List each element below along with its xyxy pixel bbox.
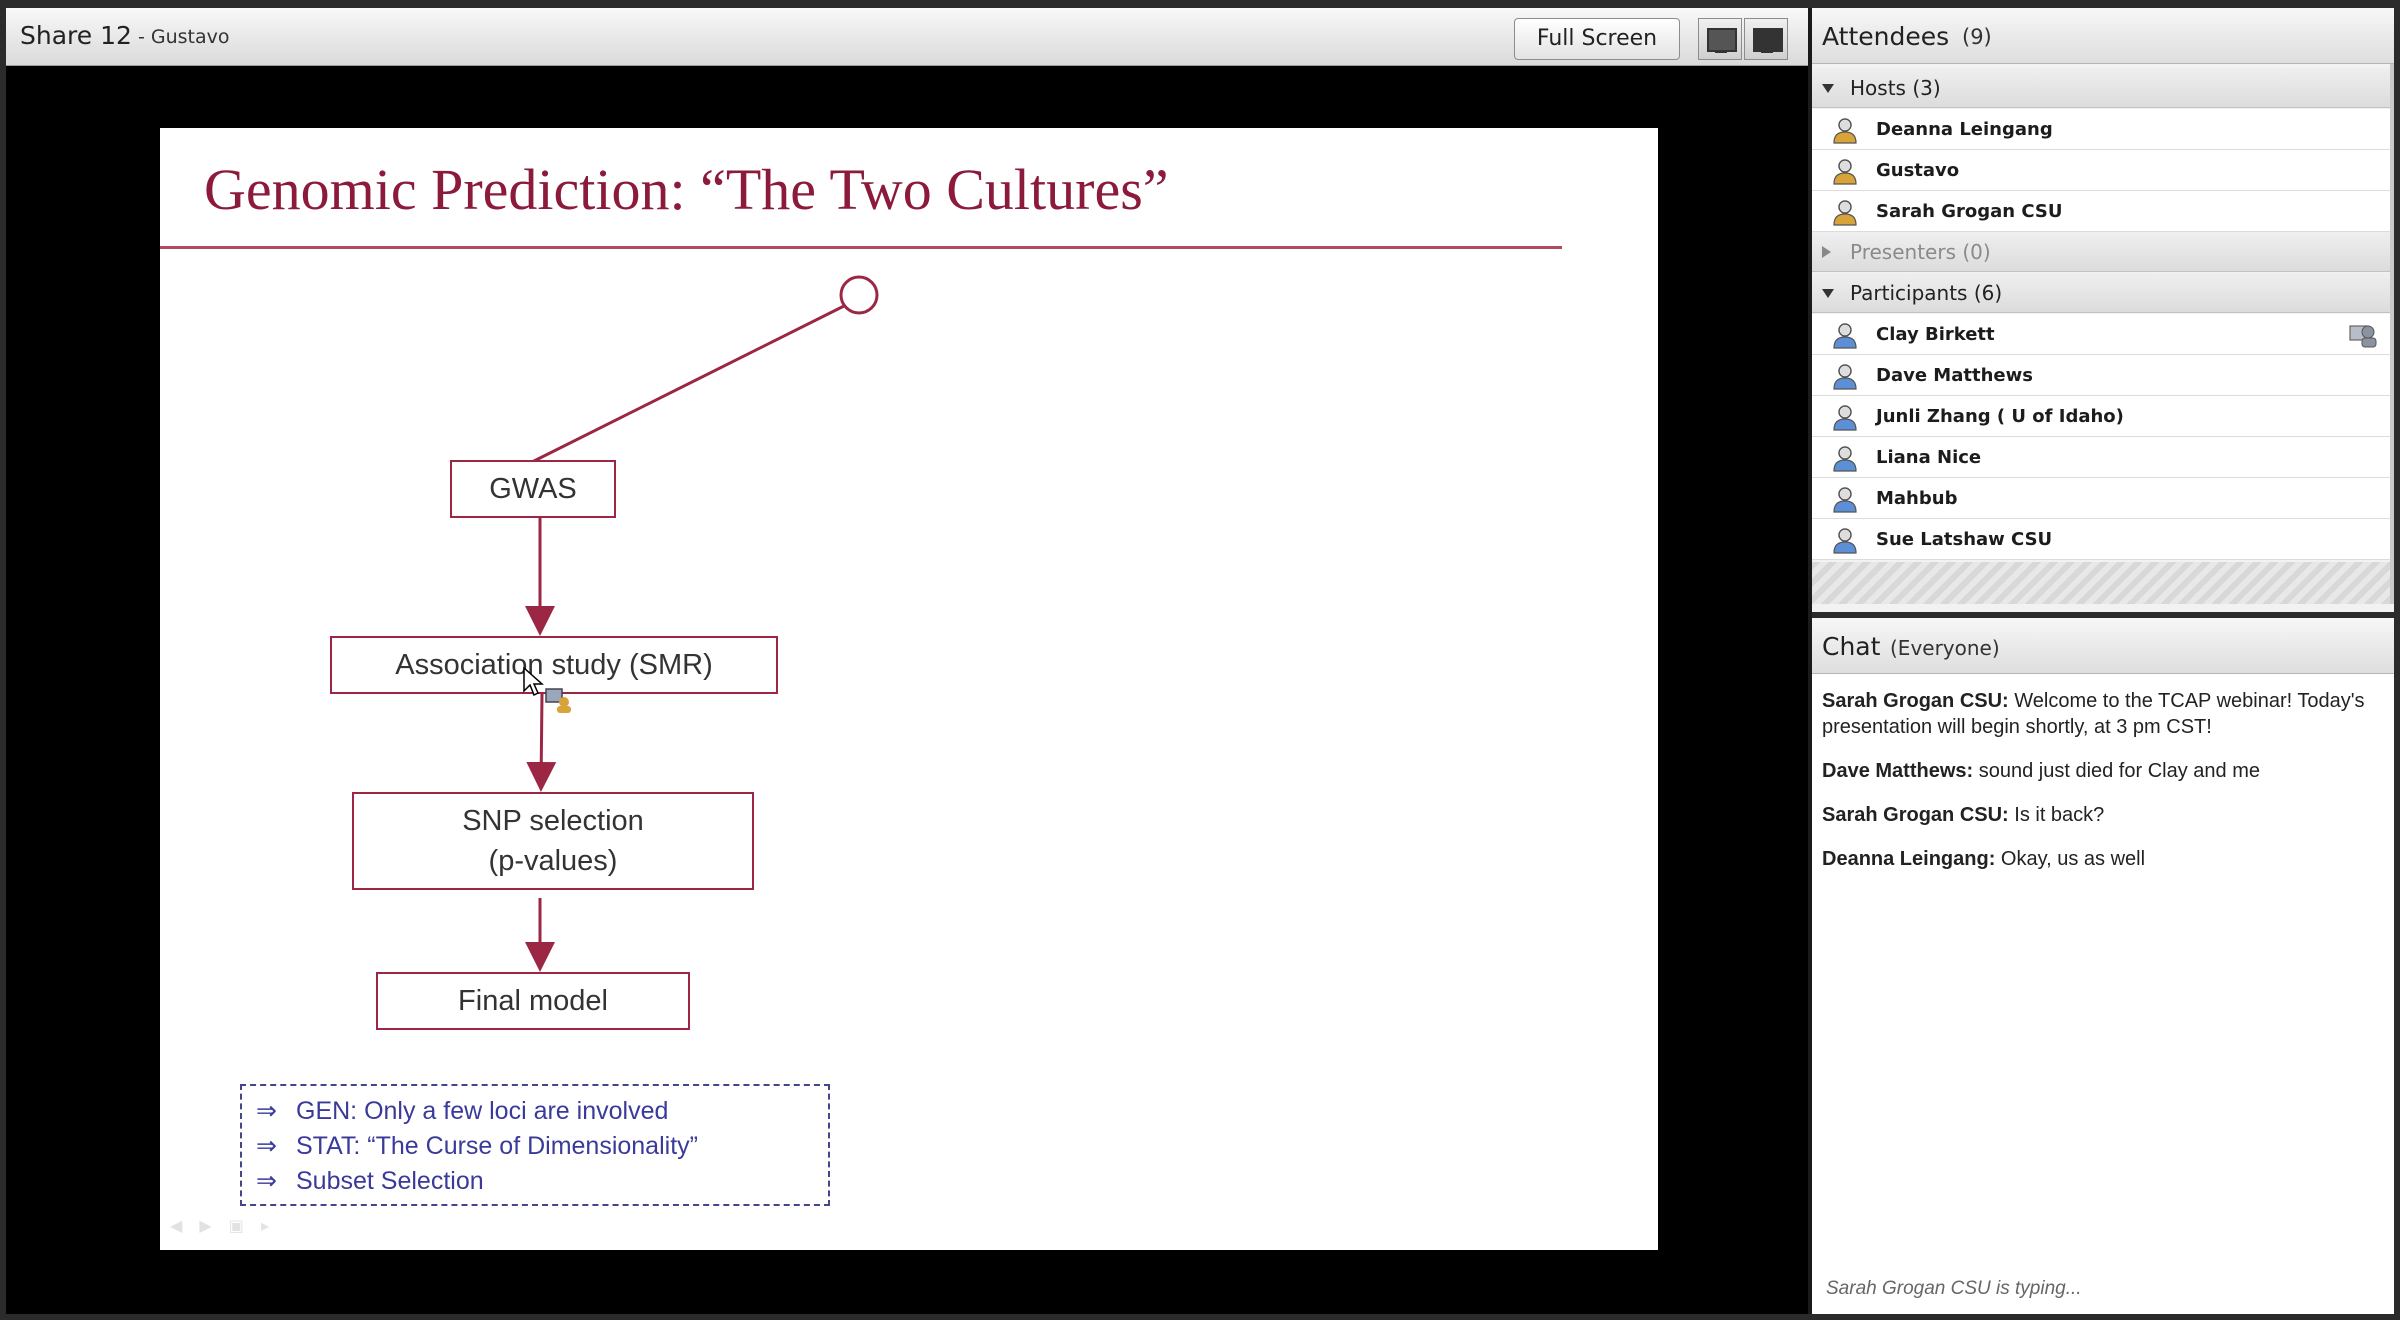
participants-group-header[interactable]: Participants (6) (1812, 273, 2394, 313)
participants-group-label: Participants (6) (1850, 281, 2003, 305)
final-model-box: Final model (376, 972, 690, 1030)
participant-user-icon (1832, 485, 1858, 513)
share-pod-header: Share 12 - Gustavo Full Screen (6, 8, 1808, 66)
host-name: Deanna Leingang (1876, 119, 2053, 140)
snp-selection-box: SNP selection (p-values) (352, 792, 754, 890)
participant-name: Mahbub (1876, 488, 1958, 509)
participant-user-icon (1832, 403, 1858, 431)
attendees-count: (9) (1962, 25, 1992, 49)
participant-name: Clay Birkett (1876, 324, 1995, 345)
chat-pod: Chat (Everyone) Sarah Grogan CSU: Welcom… (1812, 618, 2394, 1314)
implies-arrow-icon: ⇒ (256, 1132, 277, 1160)
microphone-status-icon (2349, 325, 2377, 348)
participant-user-icon (1832, 526, 1858, 554)
share-pod-title: Share 12 (20, 21, 132, 50)
chat-sender: Sarah Grogan CSU: (1822, 804, 2009, 826)
host-user-icon (1832, 116, 1858, 144)
chat-text: Okay, us as well (1995, 848, 2146, 870)
snp-pvalues-label: (p-values) (488, 845, 618, 877)
full-screen-button[interactable]: Full Screen (1514, 18, 1680, 60)
chat-title: Chat (1822, 632, 1881, 661)
root-node-circle (839, 275, 879, 315)
hosts-group-label: Hosts (3) (1850, 76, 1941, 100)
expand-triangle-icon[interactable] (1822, 84, 1834, 93)
participant-row[interactable]: Sue Latshaw CSU (1812, 519, 2390, 560)
participant-row[interactable]: Clay Birkett (1812, 314, 2390, 355)
chat-message: Sarah Grogan CSU: Is it back? (1822, 802, 2382, 828)
snp-selection-label: SNP selection (462, 805, 644, 837)
slide-navigation-controls[interactable]: ◀ ▶ ▣ ▸ (170, 1216, 275, 1235)
implies-arrow-icon: ⇒ (256, 1167, 277, 1195)
chat-scope-label[interactable]: (Everyone) (1890, 636, 2000, 660)
collapsed-triangle-icon[interactable] (1822, 246, 1831, 258)
actual-size-icon[interactable] (1744, 18, 1788, 60)
host-row[interactable]: Sarah Grogan CSU (1812, 191, 2390, 232)
typing-indicator: Sarah Grogan CSU is typing... (1826, 1278, 2082, 1299)
share-presenter-name: - Gustavo (138, 26, 230, 48)
participant-user-icon (1832, 444, 1858, 472)
attendees-empty-area (1812, 562, 2390, 604)
notes-box: ⇒ GEN: Only a few loci are involved ⇒ STAT… (240, 1084, 830, 1206)
note-line: ⇒ Subset Selection (256, 1164, 828, 1199)
chat-text: Is it back? (2008, 804, 2105, 826)
implies-arrow-icon: ⇒ (256, 1097, 277, 1125)
participant-name: Liana Nice (1876, 447, 1982, 468)
mouse-cursor-icon (523, 667, 544, 697)
participant-row[interactable]: Junli Zhang ( U of Idaho) (1812, 396, 2390, 437)
chat-message: Sarah Grogan CSU: Welcome to the TCAP we… (1822, 688, 2382, 740)
host-name: Sarah Grogan CSU (1876, 201, 2063, 222)
participant-user-icon (1832, 321, 1858, 349)
chat-text: sound just died for Clay and me (1973, 760, 2260, 782)
attendees-title: Attendees (1822, 22, 1950, 51)
gwas-box: GWAS (450, 460, 616, 518)
participant-user-icon (1832, 362, 1858, 390)
chat-message: Deanna Leingang: Okay, us as well (1822, 846, 2382, 872)
host-row[interactable]: Gustavo (1812, 150, 2390, 191)
attendees-scrollbar[interactable] (2390, 64, 2394, 604)
fit-to-screen-icon[interactable] (1698, 18, 1742, 60)
share-pod: Share 12 - Gustavo Full Screen Genomic P… (6, 8, 1808, 1314)
presentation-slide: Genomic Prediction: “The Two Cultures” G… (160, 128, 1658, 1250)
participant-row[interactable]: Mahbub (1812, 478, 2390, 519)
presenters-group-label: Presenters (0) (1850, 240, 1991, 264)
participant-row[interactable]: Dave Matthews (1812, 355, 2390, 396)
participant-name: Junli Zhang ( U of Idaho) (1876, 406, 2124, 427)
participant-row[interactable]: Liana Nice (1812, 437, 2390, 478)
attendees-pod: Attendees (9) Hosts (3) Deanna Leingang G… (1812, 8, 2394, 612)
host-name: Gustavo (1876, 160, 1960, 181)
attendees-header: Attendees (9) (1812, 8, 2394, 64)
root-to-gwas-line (531, 304, 845, 464)
association-to-snp-arrow (526, 693, 557, 792)
chat-sender: Dave Matthews: (1822, 760, 1974, 782)
chat-header: Chat (Everyone) (1812, 618, 2394, 674)
chat-sender: Deanna Leingang: (1822, 848, 1996, 870)
host-row[interactable]: Deanna Leingang (1812, 109, 2390, 150)
participant-name: Dave Matthews (1876, 365, 2033, 386)
hosts-group-header[interactable]: Hosts (3) (1812, 68, 2394, 108)
chat-sender: Sarah Grogan CSU: (1822, 690, 2009, 712)
expand-triangle-icon[interactable] (1822, 289, 1834, 298)
host-user-icon (1832, 157, 1858, 185)
presenters-group-header[interactable]: Presenters (0) (1812, 232, 2394, 272)
host-user-icon (1832, 198, 1858, 226)
presenter-pointer-icon (545, 688, 571, 713)
participant-name: Sue Latshaw CSU (1876, 529, 2053, 550)
note-line: ⇒ STAT: “The Curse of Dimensionality” (256, 1129, 828, 1164)
note-line: ⇒ GEN: Only a few loci are involved (256, 1094, 828, 1129)
chat-message: Dave Matthews: sound just died for Clay … (1822, 758, 2382, 784)
